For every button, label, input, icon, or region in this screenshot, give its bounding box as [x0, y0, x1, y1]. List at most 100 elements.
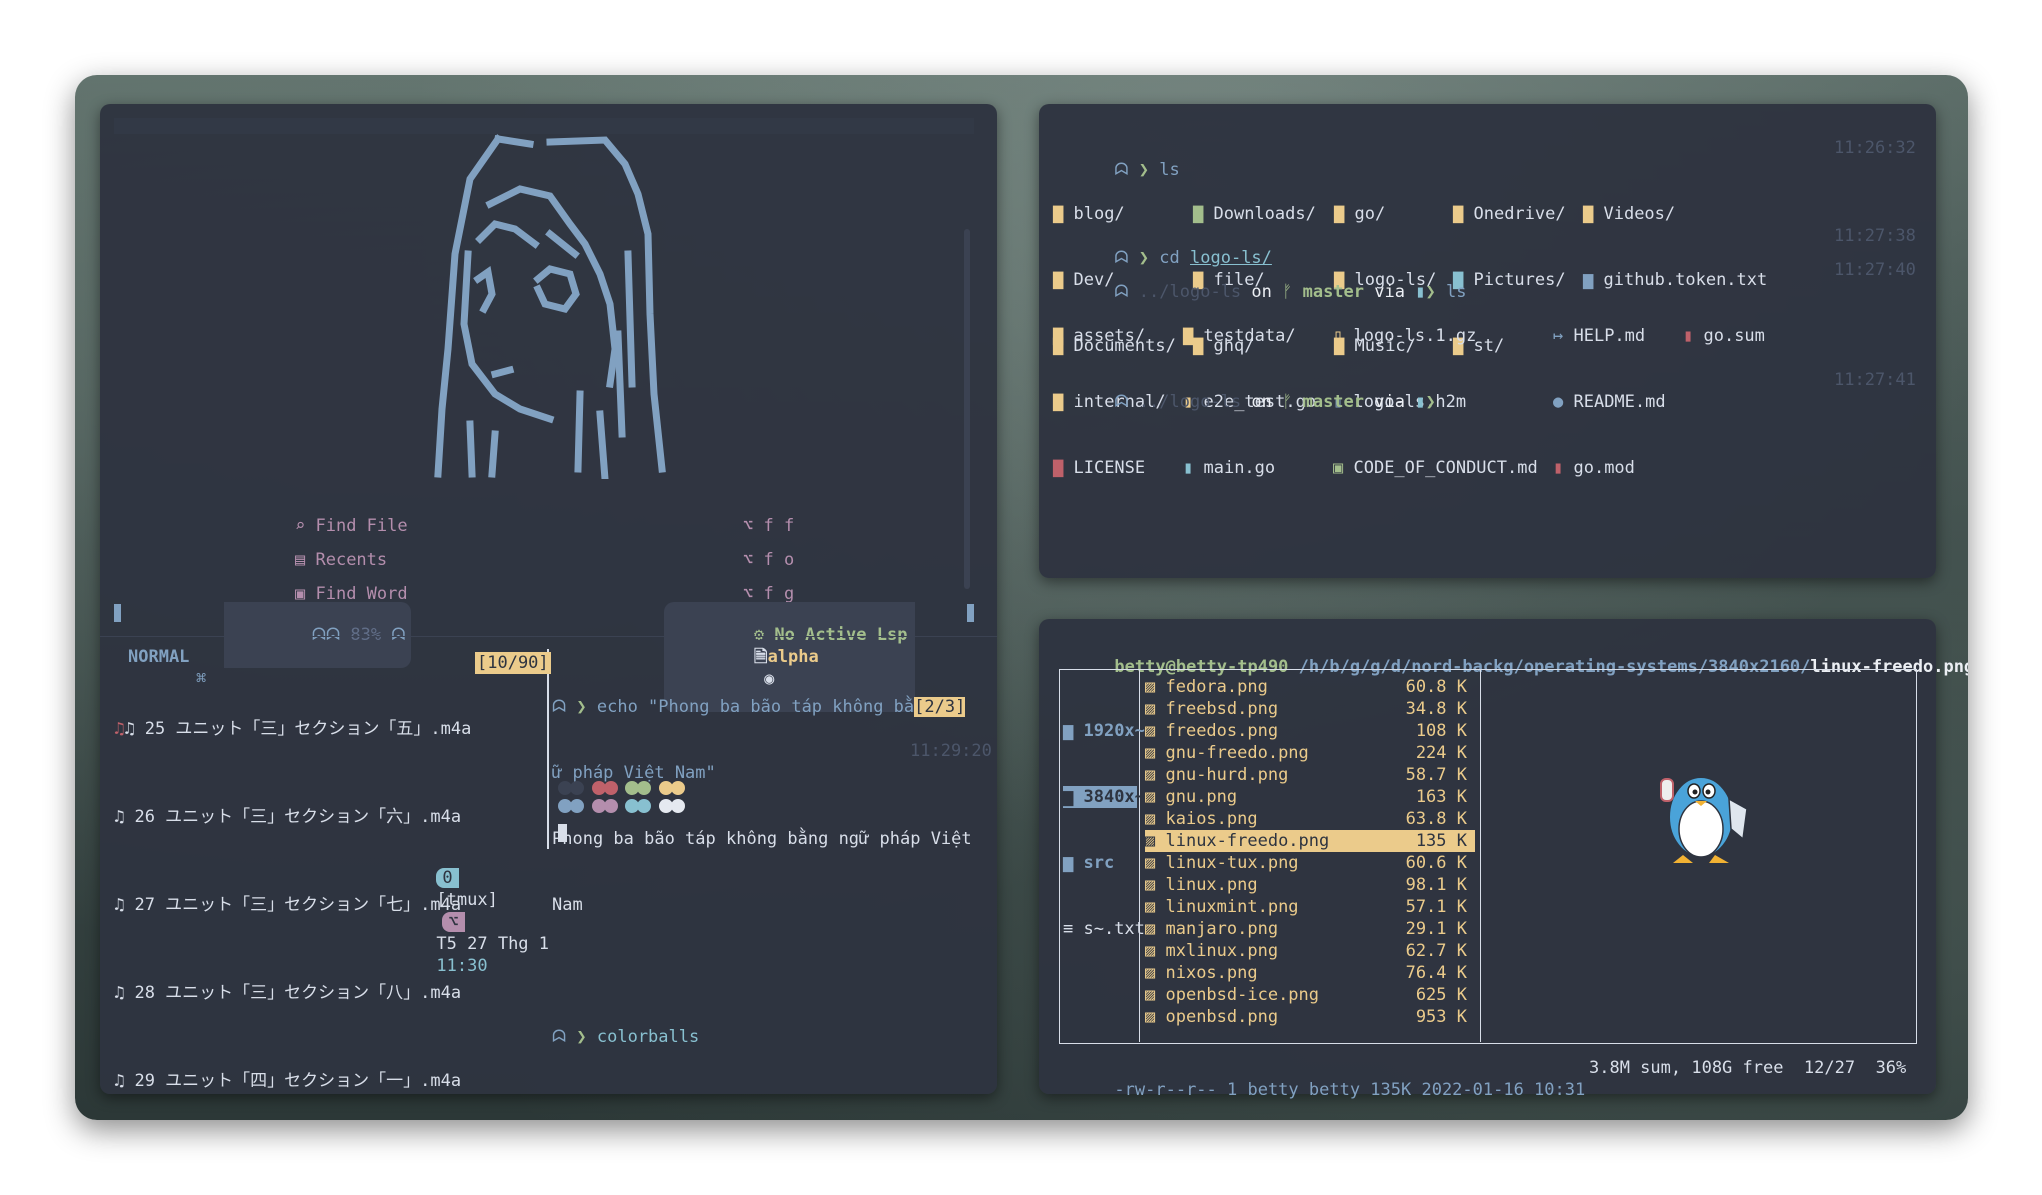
file-name: freedos.png — [1165, 721, 1279, 741]
table-row[interactable]: ▨ manjaro.png 29.1 K — [1145, 918, 1475, 940]
file-size: 224 K — [1415, 743, 1467, 763]
list-item[interactable]: ♫♫ 25 ユニット「三」セクション「五」.m4a — [114, 718, 471, 762]
image-preview-linux-freedo — [1660, 776, 1748, 863]
colorballs-command: colorballs — [596, 1027, 700, 1047]
image-file-icon: ▨ — [1145, 897, 1166, 917]
file-size: 34.8 K — [1405, 699, 1467, 719]
left-terminal-pane[interactable]: ⌕ Find File ⌥ f f ▤ Recents ⌥ f o ▣ Find… — [100, 104, 997, 1094]
dashboard-recents-shortcut: ⌥ f o — [743, 550, 795, 570]
tmux-horizontal-divider — [100, 636, 997, 637]
echo-counter: [2/3] — [914, 697, 966, 717]
timestamp: 11:27:41 — [1834, 370, 1916, 390]
dashboard-recents[interactable]: ▤ Recents — [295, 550, 387, 570]
image-file-icon: ▨ — [1145, 699, 1166, 719]
prompt-line-4: ᗣ ../logo-ls on ᚠ master via ▮❯ — [1114, 392, 1436, 412]
tmux-session-name: [tmux] — [436, 890, 498, 910]
shell-pane[interactable]: ᗣ ❯ echo "Phong ba bão táp không bằ[2/3]… — [552, 652, 987, 1092]
folder-icon: ▆ — [1063, 853, 1084, 873]
dashboard-find-file[interactable]: ⌕ Find File — [295, 516, 408, 536]
gears-icon: ⚙ — [753, 625, 775, 645]
file-name: gnu-freedo.png — [1165, 743, 1309, 763]
parent-directory-column[interactable]: ▆ 1920x~ ▆ 3840x~ ▆ src ≡ s~.txt — [1063, 676, 1145, 984]
table-row[interactable]: ▨ openbsd-ice.png 625 K — [1145, 984, 1475, 1006]
column-divider — [1480, 669, 1481, 1042]
ranger-status-left: -rw-r--r-- 1 betty betty 135K 2022-01-16… — [1114, 1080, 1586, 1100]
file-column[interactable]: ▨ fedora.png 60.8 K ▨ freebsd.png 34.8 K ▨ f… — [1145, 676, 1475, 1028]
table-row[interactable]: ▨ fedora.png 60.8 K — [1145, 676, 1475, 698]
folder-icon: ▆ — [1063, 787, 1084, 807]
list-item[interactable]: ♫ 26 ユニット「三」セクション「六」.m4a — [114, 806, 471, 850]
ghost-icon: ᗣᗣ — [311, 625, 341, 645]
table-row[interactable]: ▨ gnu.png 163 K — [1145, 786, 1475, 808]
ranger-status-right: 3.8M sum, 108G free 12/27 36% — [1589, 1058, 1907, 1078]
table-row[interactable]: ▨ linuxmint.png 57.1 K — [1145, 896, 1475, 918]
echo-output-line2: Nam — [552, 895, 583, 915]
timestamp: 11:27:40 — [1834, 260, 1916, 280]
file-size: 57.1 K — [1405, 897, 1467, 917]
file-name: gnu.png — [1165, 787, 1238, 807]
image-file-icon: ▨ — [1145, 985, 1166, 1005]
image-file-icon: ▨ — [1145, 721, 1166, 741]
dashboard-find-word[interactable]: ▣ Find Word — [295, 584, 408, 604]
image-file-icon: ▨ — [1145, 831, 1166, 851]
desktop-wallpaper: ⌕ Find File ⌥ f f ▤ Recents ⌥ f o ▣ Find… — [75, 75, 1968, 1120]
bangs-inner — [475, 220, 580, 259]
tmux-status-bar: 0 [tmux] ⌥ T5 27 Thg 1 11:30 — [375, 845, 549, 999]
table-row[interactable]: ▨ gnu-freedo.png 224 K — [1145, 742, 1475, 764]
file-name: linux-tux.png — [1165, 853, 1299, 873]
table-row[interactable]: ▨ freebsd.png 34.8 K — [1145, 698, 1475, 720]
neck-left — [466, 420, 499, 478]
list-item[interactable]: ♫ 29 ユニット「四」セクション「一」.m4a — [114, 1070, 471, 1092]
recents-icon: ▤ — [295, 550, 316, 570]
file-name: linux-freedo.png — [1165, 831, 1330, 851]
tmux-window-index: 0 — [436, 868, 459, 888]
dashboard-find-file-shortcut: ⌥ f f — [743, 516, 795, 536]
hair-strand-right — [614, 250, 636, 438]
file-name: kaios.png — [1165, 809, 1258, 829]
table-row[interactable]: ▨ freedos.png 108 K — [1145, 720, 1475, 742]
ascii-art-portrait — [434, 134, 666, 479]
word-icon: ▣ — [295, 584, 316, 604]
file-size: 58.7 K — [1405, 765, 1467, 785]
image-file-icon: ▨ — [1145, 919, 1166, 939]
table-row[interactable]: ▨ gnu-hurd.png 58.7 K — [1145, 764, 1475, 786]
file-name: nixos.png — [1165, 963, 1258, 983]
file-name: linuxmint.png — [1165, 897, 1299, 917]
list-item: ≡ s~.txt — [1063, 919, 1145, 939]
music-icon: ♫ — [114, 719, 125, 739]
bangs — [485, 185, 619, 388]
table-row[interactable]: ▨ mxlinux.png 62.7 K — [1145, 940, 1475, 962]
table-row[interactable]: ▨ linux-freedo.png 135 K — [1145, 830, 1475, 852]
file-size: 76.4 K — [1405, 963, 1467, 983]
image-file-icon: ▨ — [1145, 963, 1166, 983]
image-file-icon: ▨ — [1145, 765, 1166, 785]
nvim-tabline — [114, 118, 974, 134]
file-size: 63.8 K — [1405, 809, 1467, 829]
table-row[interactable]: ▨ linux.png 98.1 K — [1145, 874, 1475, 896]
file-size: 62.7 K — [1405, 941, 1467, 961]
table-row[interactable]: ▨ linux-tux.png 60.6 K — [1145, 852, 1475, 874]
mode-indicator-bar — [114, 604, 121, 622]
ghost-icon: ᗣ — [391, 625, 406, 645]
list-item: ▆ src — [1063, 853, 1115, 873]
image-file-icon: ▨ — [1145, 853, 1166, 873]
nvim-scrollbar[interactable] — [964, 229, 970, 589]
eye-right — [533, 265, 580, 313]
file-name: manjaro.png — [1165, 919, 1279, 939]
timestamp: 11:26:32 — [1834, 138, 1916, 158]
nvim-statusline: NORMAL ⌘ ᗣᗣ 83% ᗣ ⚙ No Active Lsp 🗎alpha… — [114, 602, 974, 712]
percent-label: 83% — [350, 625, 382, 645]
file-size: 60.6 K — [1405, 853, 1467, 873]
folder-icon: ▆ — [1063, 721, 1084, 741]
ranger-file-manager[interactable]: betty@betty-tp490 /h/b/g/g/d/nord-backg/… — [1039, 619, 1968, 1100]
right-top-terminal[interactable]: ᗣ ❯ ls 11:26:32 ▇ blog/ ▇ Dev/ ▇ Documen… — [1039, 104, 1936, 578]
table-row[interactable]: ▨ nixos.png 76.4 K — [1145, 962, 1475, 984]
eye-left — [473, 266, 496, 314]
table-row[interactable]: ▨ openbsd.png 953 K — [1145, 1006, 1475, 1028]
mode-label: NORMAL — [128, 647, 190, 667]
file-name: freebsd.png — [1165, 699, 1279, 719]
tmux-vertical-divider — [547, 649, 549, 849]
timestamp: 11:27:38 — [1834, 226, 1916, 246]
image-file-icon: ▨ — [1145, 1007, 1166, 1027]
table-row[interactable]: ▨ kaios.png 63.8 K — [1145, 808, 1475, 830]
